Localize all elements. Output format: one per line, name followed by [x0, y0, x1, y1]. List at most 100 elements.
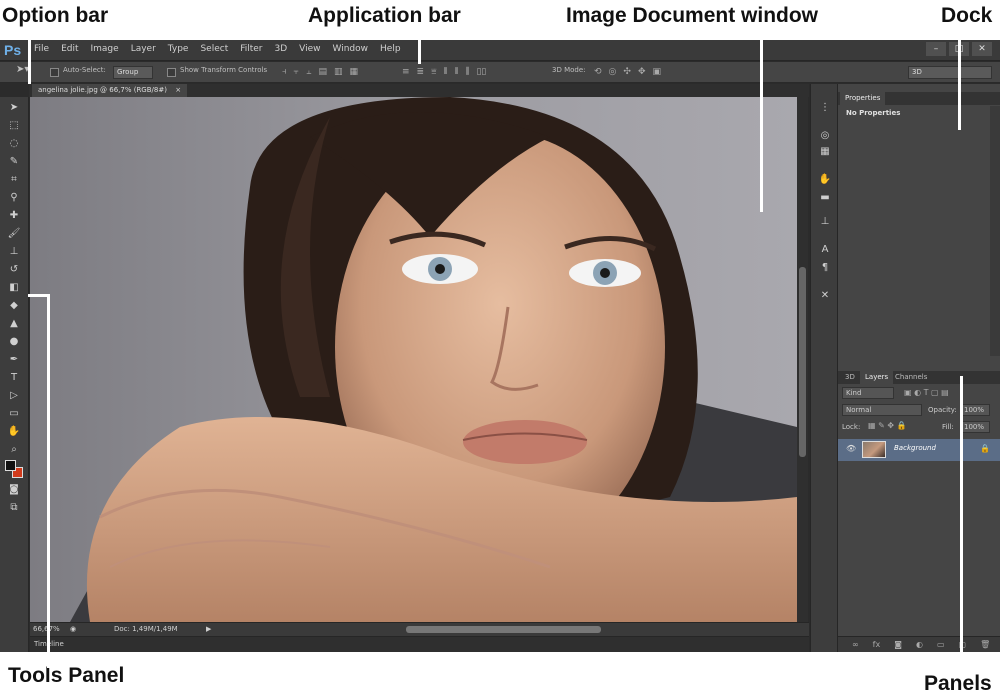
tab-properties[interactable]: Properties — [840, 92, 886, 105]
healing-brush-tool-icon[interactable]: ✚ — [6, 209, 22, 223]
close-tab-icon[interactable]: × — [175, 86, 181, 94]
blur-tool-icon[interactable]: ▲ — [6, 317, 22, 331]
delete-layer-icon[interactable]: 🗑 — [980, 640, 990, 649]
tab-channels[interactable]: Channels — [890, 371, 932, 384]
eraser-tool-icon[interactable]: ◧ — [6, 281, 22, 295]
align-left-icon[interactable]: ⫞ — [282, 67, 287, 77]
color-panel-icon[interactable]: ◎ — [818, 130, 832, 142]
menu-layer[interactable]: Layer — [131, 44, 156, 54]
quick-select-tool-icon[interactable]: ✎ — [6, 155, 22, 169]
vertical-scroll-thumb[interactable] — [799, 267, 806, 457]
tool-presets-panel-icon[interactable]: ✕ — [818, 290, 832, 302]
add-mask-icon[interactable]: ◙ — [894, 640, 902, 649]
document-tab[interactable]: angelina jolie.jpg @ 66,7% (RGB/8#) × — [32, 84, 188, 97]
layer-style-icon[interactable]: fx — [873, 640, 881, 649]
brush-tool-icon[interactable]: 🖌 — [6, 227, 22, 241]
marquee-tool-icon[interactable]: ⬚ — [6, 119, 22, 133]
eye-icon[interactable]: 👁 — [846, 444, 856, 453]
hand-tool-icon[interactable]: ✋ — [6, 425, 22, 439]
layer-row-background[interactable]: 👁 Background 🔒 — [838, 439, 1000, 461]
align-middle-icon[interactable]: ▥ — [334, 67, 343, 77]
distribute-left-icon[interactable]: ⫴ — [444, 67, 448, 77]
tab-3d[interactable]: 3D — [840, 371, 860, 384]
align-right-icon[interactable]: ⫠ — [306, 67, 311, 77]
type-tool-icon[interactable]: T — [6, 371, 22, 385]
scale-3d-icon[interactable]: ▣ — [653, 67, 662, 77]
slide-3d-icon[interactable]: ✥ — [638, 67, 646, 77]
paint-bucket-tool-icon[interactable]: ◆ — [6, 299, 22, 313]
link-layers-icon[interactable]: ∞ — [852, 640, 859, 649]
fill-field[interactable]: 100% — [960, 421, 990, 433]
auto-select-dropdown[interactable]: Group — [113, 66, 153, 79]
orbit-3d-icon[interactable]: ⟲ — [594, 67, 602, 77]
horizontal-scroll-thumb[interactable] — [406, 626, 601, 633]
lasso-tool-icon[interactable]: ◌ — [6, 137, 22, 151]
drag-3d-icon[interactable]: ✣ — [623, 67, 631, 77]
history-panel-icon[interactable]: ⋮ — [818, 102, 832, 114]
path-selection-tool-icon[interactable]: ▷ — [6, 389, 22, 403]
align-top-icon[interactable]: ▤ — [318, 67, 327, 77]
properties-scrollbar[interactable] — [990, 106, 1000, 356]
zoom-tool-icon[interactable]: ⌕ — [6, 443, 22, 457]
leader-application-bar — [418, 30, 421, 64]
auto-align-icon[interactable]: ▯▯ — [476, 67, 486, 77]
menu-3d[interactable]: 3D — [275, 44, 288, 54]
vertical-scrollbar[interactable] — [797, 97, 808, 622]
status-menu-arrow-icon[interactable]: ▶ — [206, 625, 211, 633]
history-brush-tool-icon[interactable]: ↺ — [6, 263, 22, 277]
distribute-bottom-icon[interactable]: ⩸ — [431, 67, 436, 77]
show-transform-checkbox[interactable] — [167, 68, 176, 77]
rectangle-tool-icon[interactable]: ▭ — [6, 407, 22, 421]
menu-select[interactable]: Select — [200, 44, 228, 54]
layer-kind-filter[interactable]: Kind — [842, 387, 894, 399]
screen-mode-icon[interactable]: ⧉ — [6, 501, 22, 515]
blend-mode-dropdown[interactable]: Normal — [842, 404, 922, 416]
move-tool-icon[interactable]: ➤ — [6, 101, 22, 115]
crop-tool-icon[interactable]: ⌗ — [6, 173, 22, 187]
brush-panel-icon[interactable]: ✋ — [818, 174, 832, 186]
dodge-tool-icon[interactable]: ● — [6, 335, 22, 349]
status-info-icon[interactable]: ◉ — [70, 625, 76, 633]
distribute-center-icon[interactable]: ⦀ — [454, 67, 458, 77]
adjustment-layer-icon[interactable]: ◐ — [916, 640, 923, 649]
quick-mask-icon[interactable]: ◙ — [6, 483, 22, 497]
workspace-dropdown[interactable]: 3D — [908, 66, 992, 79]
opacity-field[interactable]: 100% — [960, 404, 990, 416]
layer-name[interactable]: Background — [894, 444, 936, 452]
filter-type-icons[interactable]: ▣ ◐ T ▢ ▤ — [904, 388, 949, 397]
distribute-right-icon[interactable]: ⫼ — [465, 67, 469, 77]
clone-source-panel-icon[interactable]: ⊥ — [818, 216, 832, 228]
annotation-image-document-window: Image Document window — [566, 4, 819, 27]
character-panel-icon[interactable]: A — [818, 244, 832, 256]
menu-help[interactable]: Help — [380, 44, 401, 54]
menu-edit[interactable]: Edit — [61, 44, 78, 54]
clone-stamp-tool-icon[interactable]: ⊥ — [6, 245, 22, 259]
distribute-middle-icon[interactable]: ≣ — [417, 67, 425, 77]
lock-icons[interactable]: ▦ ✎ ✥ 🔒 — [868, 421, 907, 430]
roll-3d-icon[interactable]: ◎ — [609, 67, 617, 77]
pen-tool-icon[interactable]: ✒ — [6, 353, 22, 367]
menu-type[interactable]: Type — [168, 44, 189, 54]
menu-view[interactable]: View — [299, 44, 320, 54]
no-properties-text: No Properties — [846, 109, 901, 117]
menu-file[interactable]: File — [34, 44, 49, 54]
image-document-window[interactable] — [30, 97, 797, 622]
close-button[interactable]: ✕ — [972, 42, 992, 56]
menu-window[interactable]: Window — [333, 44, 369, 54]
annotation-dock: Dock — [941, 4, 993, 27]
align-bottom-icon[interactable]: ▦ — [349, 67, 358, 77]
brush-presets-panel-icon[interactable]: ▬ — [818, 192, 832, 204]
auto-select-checkbox[interactable] — [50, 68, 59, 77]
foreground-color-swatch[interactable] — [5, 460, 16, 471]
swatches-panel-icon[interactable]: ▦ — [818, 146, 832, 158]
new-group-icon[interactable]: ▭ — [937, 640, 945, 649]
tab-layers[interactable]: Layers — [860, 371, 894, 384]
minimize-button[interactable]: – — [926, 42, 946, 56]
eyedropper-tool-icon[interactable]: ⚲ — [6, 191, 22, 205]
align-center-icon[interactable]: ⫟ — [294, 67, 299, 77]
menu-filter[interactable]: Filter — [240, 44, 262, 54]
menu-bar: File Edit Image Layer Type Select Filter… — [34, 44, 401, 54]
paragraph-panel-icon[interactable]: ¶ — [818, 262, 832, 274]
distribute-top-icon[interactable]: ≡ — [402, 67, 410, 77]
menu-image[interactable]: Image — [91, 44, 119, 54]
